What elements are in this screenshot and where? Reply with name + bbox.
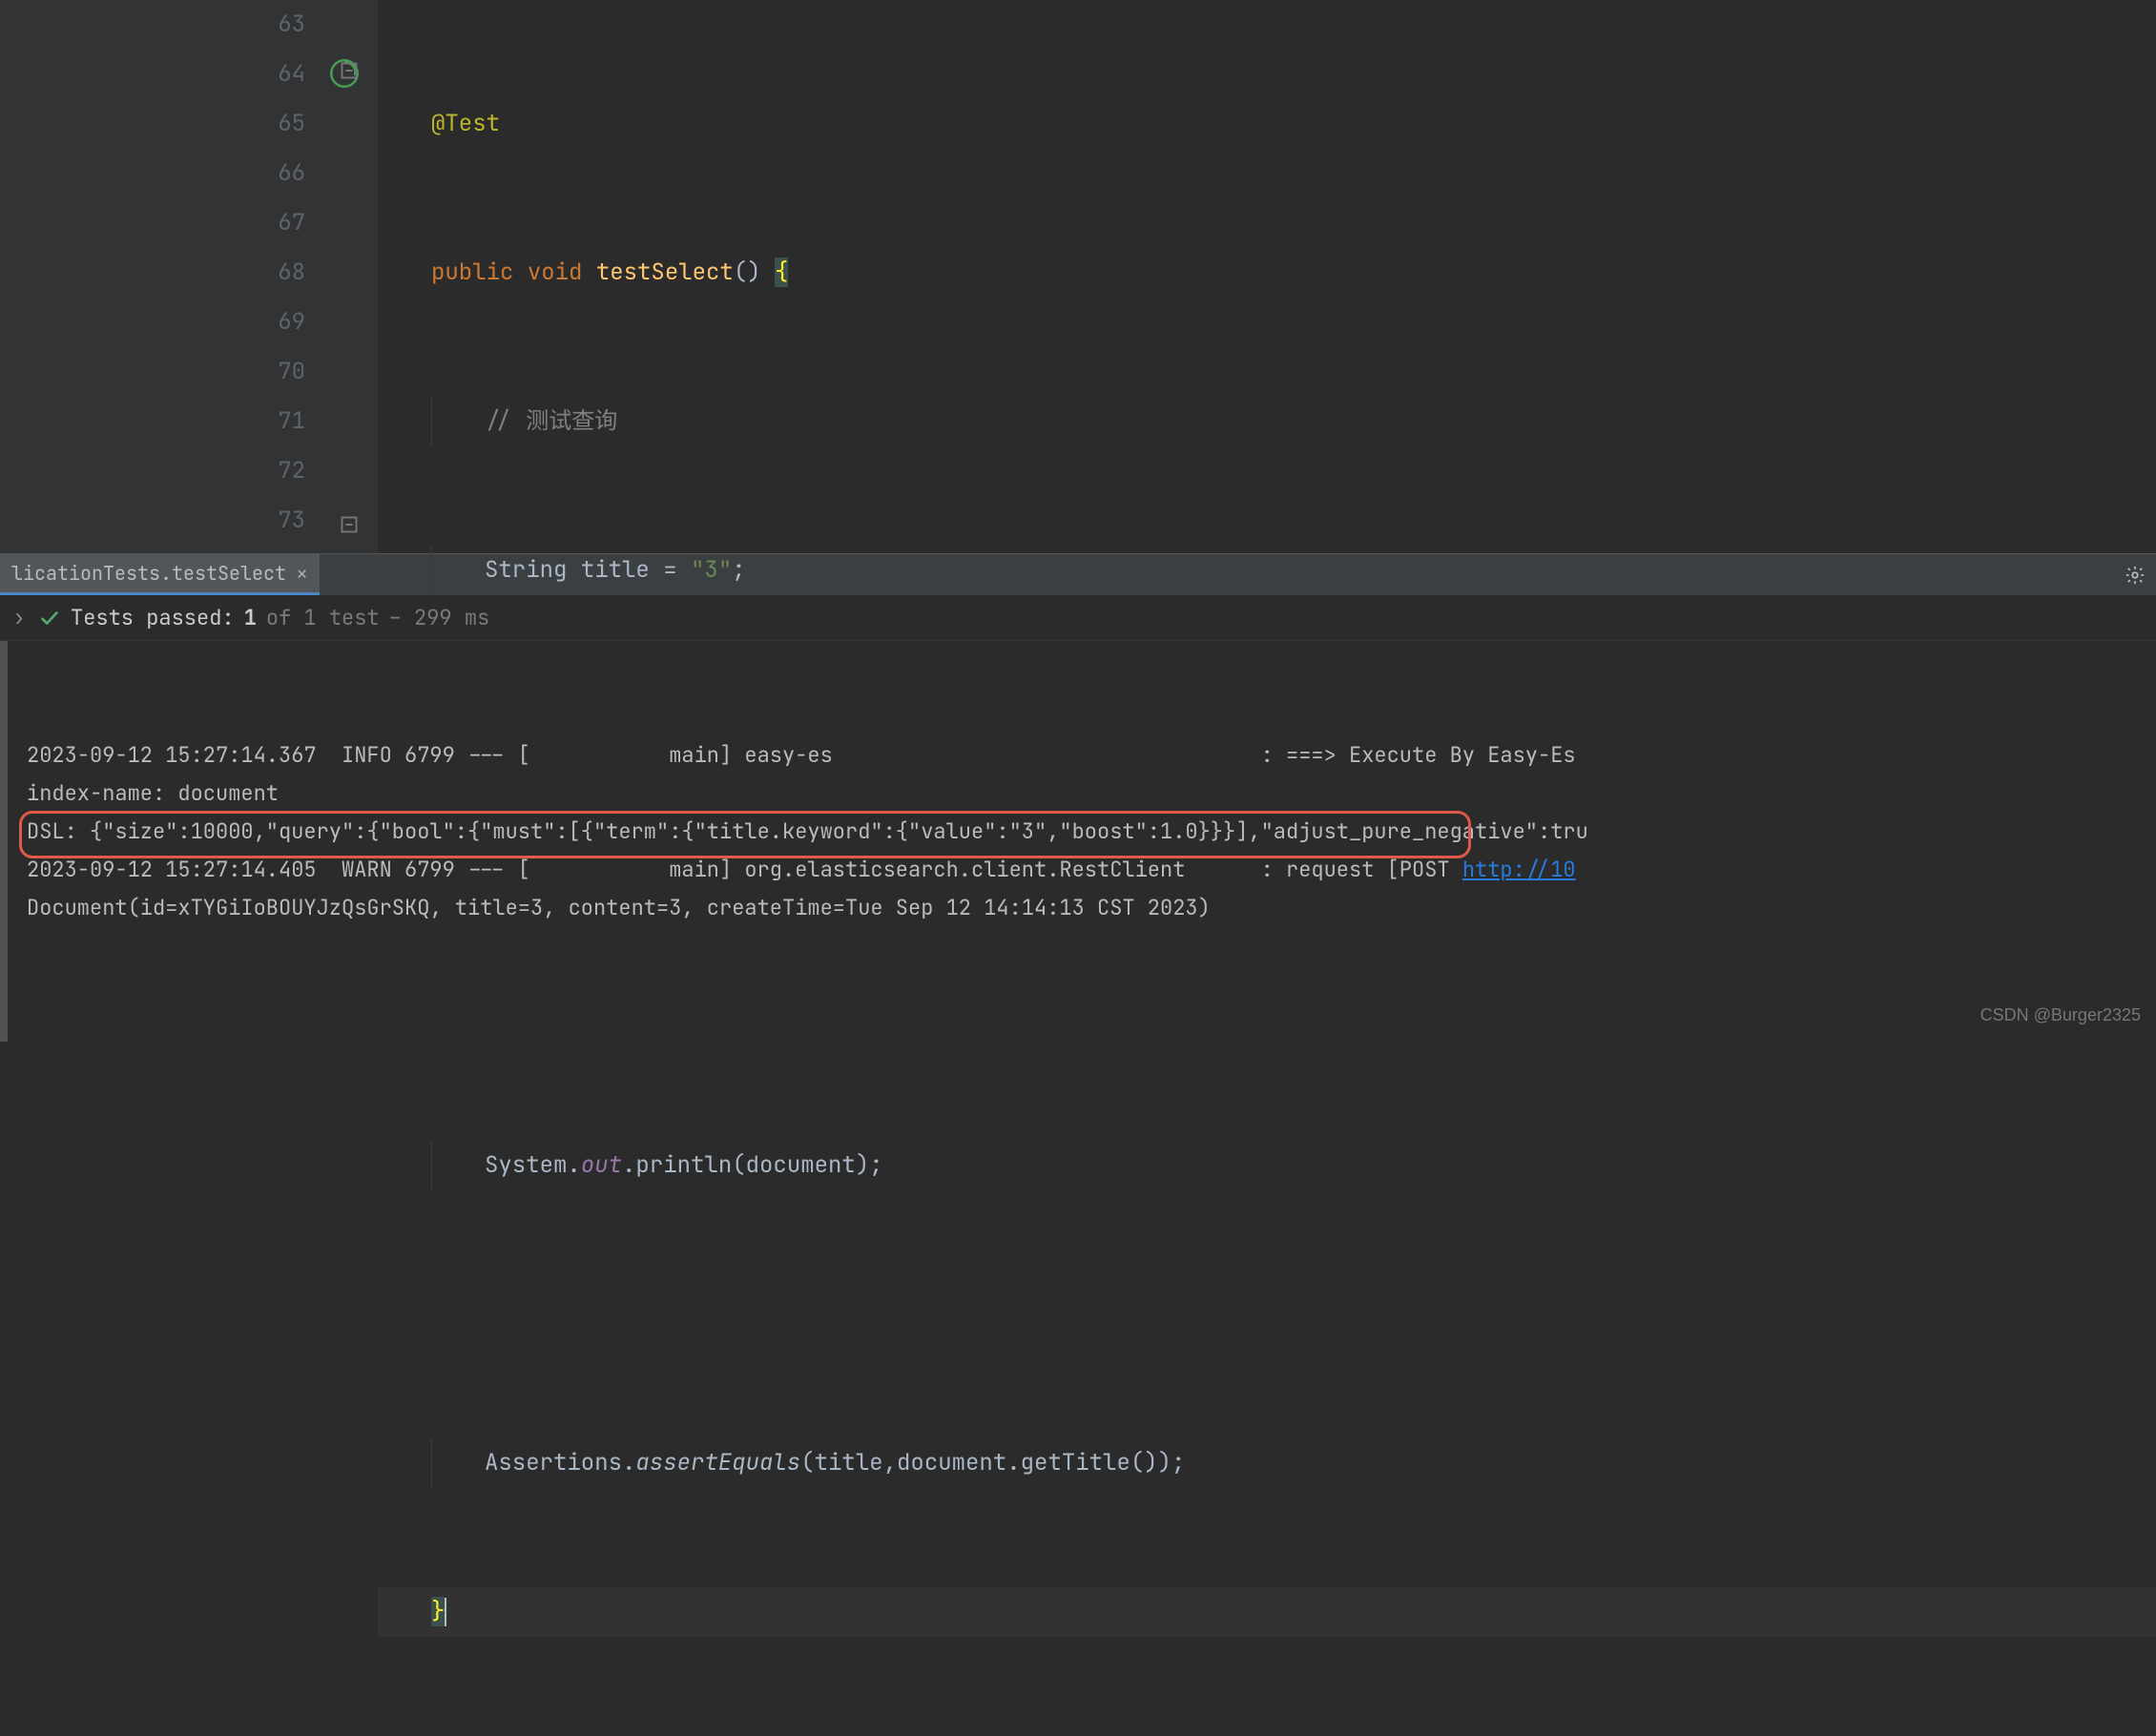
tests-passed-label: Tests passed: — [71, 604, 235, 631]
console-line: 2023-09-12 15:27:14.367 INFO 6799 --- [ … — [27, 741, 1576, 769]
line-number: 69 — [240, 298, 305, 347]
tests-passed-count: 1 — [244, 604, 257, 631]
line-number: 66 — [240, 149, 305, 198]
string-literal: "3" — [691, 555, 732, 585]
tab-test-run[interactable]: licationTests.testSelect × — [0, 554, 320, 595]
line-number: 65 — [240, 99, 305, 149]
comment: // 测试查询 — [485, 406, 617, 436]
fold-end-icon[interactable] — [340, 515, 359, 534]
text-caret — [445, 1598, 446, 1626]
gutter-icons — [324, 0, 378, 553]
line-number: 67 — [240, 198, 305, 248]
line-number: 72 — [240, 446, 305, 496]
static-field: out — [581, 1150, 622, 1180]
line-number: 71 — [240, 397, 305, 446]
line-number: 64 — [240, 50, 305, 99]
line-number: 68 — [240, 248, 305, 298]
keyword-void: void — [528, 258, 583, 287]
static-method: assertEquals — [635, 1448, 800, 1478]
fold-collapse-icon[interactable] — [340, 61, 359, 80]
open-brace: { — [775, 258, 788, 287]
console-link[interactable]: http://10 — [1462, 856, 1576, 883]
method-name: testSelect — [596, 258, 734, 287]
console-gutter — [0, 641, 8, 1042]
watermark: CSDN @Burger2325 — [1980, 996, 2141, 1034]
keyword-public: public — [431, 258, 513, 287]
left-pad — [0, 0, 240, 553]
console-line: 2023-09-12 15:27:14.405 WARN 6799 --- [ … — [27, 856, 1462, 883]
chevron-right-icon[interactable]: › — [10, 604, 29, 631]
check-icon — [38, 608, 61, 629]
line-number-gutter: 63 64 65 66 67 68 69 70 71 72 73 — [240, 0, 324, 553]
close-brace: } — [431, 1597, 445, 1626]
tests-total: of 1 test — [266, 604, 380, 631]
line-number: 63 — [240, 0, 305, 50]
code-area[interactable]: @Test public void testSelect() { // 测试查询… — [378, 0, 2156, 553]
editor-area: 63 64 65 66 67 68 69 70 71 72 73 @Test p… — [0, 0, 2156, 553]
console-line: DSL: {"size":10000,"query":{"bool":{"mus… — [27, 817, 1588, 845]
line-number: 70 — [240, 347, 305, 397]
annotation: @Test — [431, 109, 500, 138]
console-line: index-name: document — [27, 779, 279, 807]
line-number: 73 — [240, 496, 305, 546]
close-icon[interactable]: × — [296, 560, 308, 588]
console-line: Document(id=xTYGiIoBOUYJzQsGrSKQ, title=… — [27, 894, 1211, 921]
tab-label: licationTests.testSelect — [11, 561, 286, 586]
console-output[interactable]: 2023-09-12 15:27:14.367 INFO 6799 --- [ … — [0, 641, 2156, 1042]
